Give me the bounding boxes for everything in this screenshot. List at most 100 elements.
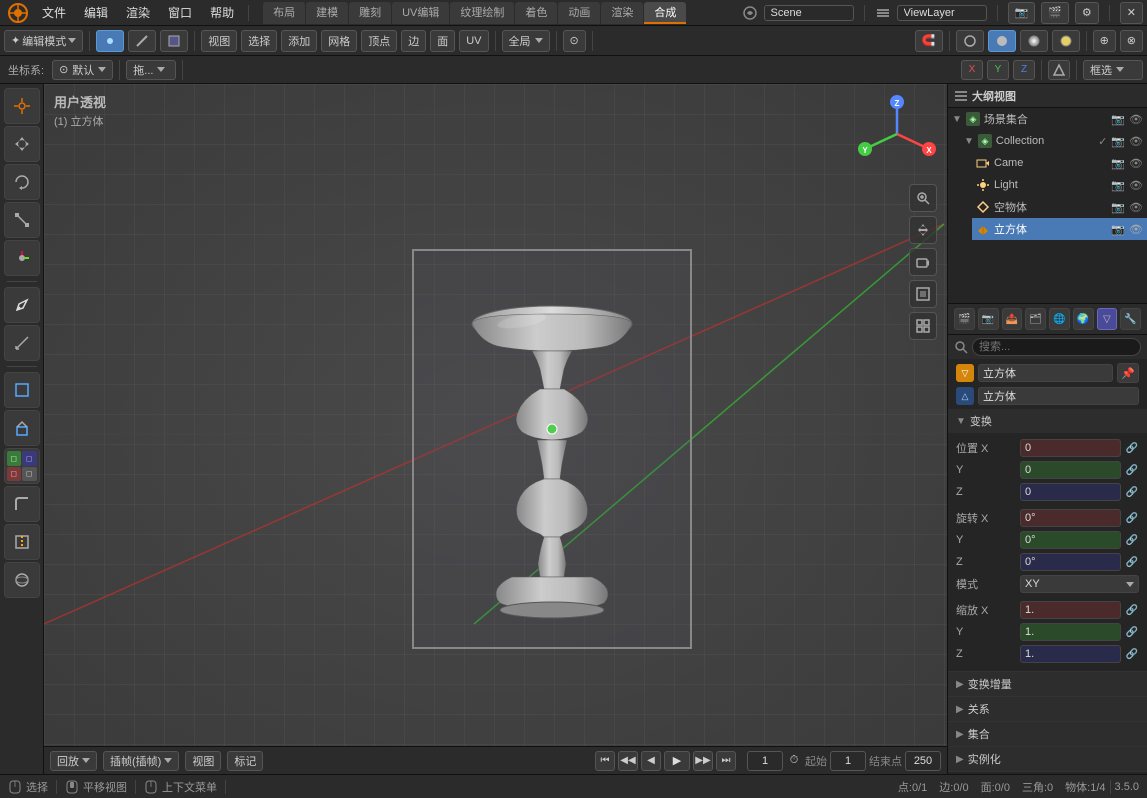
add-cube-tool[interactable]: [4, 372, 40, 408]
outliner-camera[interactable]: Came 📷 👁: [972, 152, 1147, 174]
loc-y-input[interactable]: 0: [1020, 461, 1121, 479]
loop-cut-tool[interactable]: [4, 524, 40, 560]
transform-extra-header[interactable]: ▶ 变换增量: [948, 672, 1147, 696]
solid-shading-btn[interactable]: [988, 30, 1016, 52]
start-frame-input[interactable]: 1: [830, 751, 866, 771]
select-dropdown[interactable]: 框选: [1083, 60, 1143, 80]
output-props-btn[interactable]: 📤: [1002, 308, 1023, 330]
vertex-mode-btn[interactable]: [96, 30, 124, 52]
rot-z-input[interactable]: 0°: [1020, 553, 1121, 571]
menu-help[interactable]: 帮助: [202, 2, 242, 23]
scene-input[interactable]: [764, 5, 854, 21]
uv-menu-btn[interactable]: UV: [459, 30, 488, 52]
scale-x-chain[interactable]: 🔗: [1125, 603, 1139, 617]
loc-x-input[interactable]: 0: [1020, 439, 1121, 457]
drag-dropdown[interactable]: 拖...: [126, 60, 176, 80]
snap-btn[interactable]: 🧲: [915, 30, 943, 52]
coord-sys-dropdown[interactable]: ⊙ 默认: [52, 60, 113, 80]
timeline-view-btn[interactable]: 视图: [185, 751, 221, 771]
prev-frame-btn[interactable]: ◀: [641, 751, 661, 771]
loc-z-input[interactable]: 0: [1020, 483, 1121, 501]
edge-mode-btn[interactable]: [128, 30, 156, 52]
cam-view[interactable]: 👁: [1129, 157, 1143, 170]
scale-x-input[interactable]: 1.: [1020, 601, 1121, 619]
outliner-collection[interactable]: ▼ ◈ Collection ✓ 📷 👁: [960, 130, 1147, 152]
z-axis-btn[interactable]: Z: [1013, 60, 1035, 80]
coll-check[interactable]: ✓: [1098, 135, 1107, 148]
restrict-render-icon[interactable]: 📷: [1111, 113, 1125, 126]
smooth-tool[interactable]: [4, 562, 40, 598]
gizmo[interactable]: Z X Y: [857, 94, 937, 174]
camera-view-btn[interactable]: 📷: [1008, 2, 1036, 24]
global-dropdown[interactable]: 全局: [502, 30, 550, 52]
bevel-tool[interactable]: [4, 486, 40, 522]
proportional-btn[interactable]: ⊙: [563, 30, 586, 52]
obj-name-display[interactable]: 立方体: [978, 364, 1113, 382]
cam-render[interactable]: 📷: [1111, 157, 1125, 170]
vertex-menu-btn[interactable]: 顶点: [361, 30, 397, 52]
ws-tab-sculpt[interactable]: 雕刻: [349, 2, 391, 24]
jump-end-btn[interactable]: ⏭: [716, 751, 736, 771]
empty-render[interactable]: 📷: [1111, 201, 1125, 214]
outliner-scene-collection[interactable]: ▼ ◈ 场景集合 📷 👁: [948, 108, 1147, 130]
face-menu-btn[interactable]: 面: [430, 30, 455, 52]
loc-z-chain[interactable]: 🔗: [1125, 485, 1139, 499]
ws-tab-animation[interactable]: 动画: [558, 2, 600, 24]
move-tool[interactable]: [4, 126, 40, 162]
rot-x-chain[interactable]: 🔗: [1125, 511, 1139, 525]
rot-y-input[interactable]: 0°: [1020, 531, 1121, 549]
render-region-btn[interactable]: [909, 280, 937, 308]
render-props-btn[interactable]: 📷: [978, 308, 999, 330]
obj-mesh-name[interactable]: 立方体: [978, 387, 1139, 405]
edge-menu-btn[interactable]: 边: [401, 30, 426, 52]
empty-view[interactable]: 👁: [1129, 201, 1143, 214]
loc-x-chain[interactable]: 🔗: [1125, 441, 1139, 455]
scale-y-chain[interactable]: 🔗: [1125, 625, 1139, 639]
menu-window[interactable]: 窗口: [160, 2, 200, 23]
ws-tab-layout[interactable]: 布局: [263, 2, 305, 24]
settings-btn[interactable]: ⚙: [1075, 2, 1099, 24]
scale-z-chain[interactable]: 🔗: [1125, 647, 1139, 661]
mode-selector[interactable]: ✦ 编辑模式: [4, 30, 83, 52]
zoom-tool-btn[interactable]: [909, 184, 937, 212]
relations-header[interactable]: ▶ 关系: [948, 697, 1147, 721]
overlay-btn[interactable]: ⊕: [1093, 30, 1116, 52]
ws-tab-render[interactable]: 渲染: [601, 2, 643, 24]
add-menu-btn[interactable]: 添加: [281, 30, 317, 52]
scale-y-input[interactable]: 1.: [1020, 623, 1121, 641]
loc-y-chain[interactable]: 🔗: [1125, 463, 1139, 477]
modifier-btn[interactable]: 🔧: [1120, 308, 1141, 330]
mesh-menu-btn[interactable]: 网格: [321, 30, 357, 52]
scene-props-btn[interactable]: 🎬: [954, 308, 975, 330]
cube-view[interactable]: 👁: [1129, 223, 1143, 236]
world-btn[interactable]: 🌍: [1073, 308, 1094, 330]
obj-pin-btn[interactable]: 📌: [1117, 363, 1139, 383]
rot-y-chain[interactable]: 🔗: [1125, 533, 1139, 547]
face-mode-btn[interactable]: [160, 30, 188, 52]
annotate-tool[interactable]: [4, 287, 40, 323]
ws-tab-shading[interactable]: 着色: [515, 2, 557, 24]
pan-tool-btn[interactable]: [909, 216, 937, 244]
marker-btn[interactable]: 标记: [227, 751, 263, 771]
outliner-empty[interactable]: 空物体 📷 👁: [972, 196, 1147, 218]
outliner-light[interactable]: Light 📷 👁: [972, 174, 1147, 196]
select-menu-btn[interactable]: 选择: [241, 30, 277, 52]
camera-persp-btn[interactable]: [909, 248, 937, 276]
view-menu-btn[interactable]: 视图: [201, 30, 237, 52]
rot-mode-dropdown[interactable]: XY: [1020, 575, 1139, 593]
viewport[interactable]: 用户透视 (1) 立方体: [44, 84, 947, 774]
rot-x-input[interactable]: 0°: [1020, 509, 1121, 527]
scale-tool[interactable]: [4, 202, 40, 238]
interpolation-btn[interactable]: 插帧(插帧): [103, 751, 179, 771]
restrict-view-icon[interactable]: 👁: [1129, 113, 1143, 126]
rot-z-chain[interactable]: 🔗: [1125, 555, 1139, 569]
cube-render[interactable]: 📷: [1111, 223, 1125, 236]
wireframe-shading-btn[interactable]: [956, 30, 984, 52]
ws-tab-uv[interactable]: UV编辑: [392, 2, 449, 24]
props-search-input[interactable]: [972, 338, 1141, 356]
extrude-tool[interactable]: [4, 410, 40, 446]
ws-tab-compositing[interactable]: 合成: [644, 2, 686, 24]
ws-tab-modeling[interactable]: 建模: [306, 2, 348, 24]
next-frame-btn[interactable]: ▶▶: [693, 751, 713, 771]
instancing-header[interactable]: ▶ 实例化: [948, 747, 1147, 771]
